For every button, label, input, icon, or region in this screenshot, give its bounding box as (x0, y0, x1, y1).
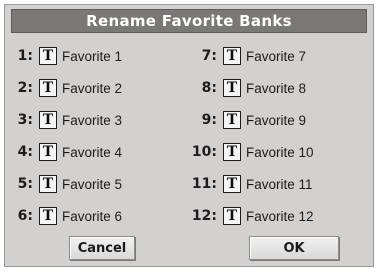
text-edit-icon[interactable]: T (39, 79, 57, 97)
bank-name: Favorite 7 (246, 48, 307, 64)
bank-number: 3: (17, 112, 33, 128)
bank-number: 9: (201, 112, 217, 128)
text-edit-icon[interactable]: T (223, 207, 241, 225)
ok-button[interactable]: OK (249, 236, 339, 260)
rename-favorite-banks-dialog: Rename Favorite Banks 1: T Favorite 1 2:… (4, 4, 374, 267)
bank-name: Favorite 6 (62, 208, 123, 224)
bank-row-8[interactable]: 8: T Favorite 8 (189, 77, 306, 99)
bank-number: 12: (191, 208, 217, 224)
bank-number: 10: (191, 144, 217, 160)
bank-row-6[interactable]: 6: T Favorite 6 (11, 205, 122, 227)
text-edit-icon[interactable]: T (223, 111, 241, 129)
text-edit-icon[interactable]: T (39, 111, 57, 129)
text-edit-icon[interactable]: T (39, 143, 57, 161)
bank-row-11[interactable]: 11: T Favorite 11 (189, 173, 313, 195)
text-edit-icon[interactable]: T (223, 47, 241, 65)
bank-row-1[interactable]: 1: T Favorite 1 (11, 45, 122, 67)
bank-name: Favorite 10 (246, 144, 314, 160)
bank-number: 2: (17, 80, 33, 96)
bank-row-10[interactable]: 10: T Favorite 10 (189, 141, 314, 163)
bank-name: Favorite 3 (62, 112, 123, 128)
bank-name: Favorite 4 (62, 144, 123, 160)
bank-row-5[interactable]: 5: T Favorite 5 (11, 173, 122, 195)
bank-number: 8: (201, 80, 217, 96)
bank-name: Favorite 12 (246, 208, 314, 224)
text-edit-icon[interactable]: T (223, 143, 241, 161)
bank-name: Favorite 8 (246, 80, 307, 96)
bank-row-2[interactable]: 2: T Favorite 2 (11, 77, 122, 99)
bank-number: 5: (17, 176, 33, 192)
bank-name: Favorite 1 (62, 48, 123, 64)
bank-number: 1: (17, 48, 33, 64)
text-edit-icon[interactable]: T (39, 207, 57, 225)
text-edit-icon[interactable]: T (223, 175, 241, 193)
dialog-title: Rename Favorite Banks (86, 12, 292, 30)
bank-name: Favorite 2 (62, 80, 123, 96)
bank-number: 11: (191, 176, 217, 192)
cancel-button[interactable]: Cancel (69, 236, 135, 260)
bank-row-4[interactable]: 4: T Favorite 4 (11, 141, 122, 163)
bank-name: Favorite 11 (246, 176, 313, 192)
text-edit-icon[interactable]: T (223, 79, 241, 97)
bank-row-7[interactable]: 7: T Favorite 7 (189, 45, 306, 67)
dialog-title-bar: Rename Favorite Banks (11, 9, 367, 33)
bank-name: Favorite 9 (246, 112, 307, 128)
bank-number: 6: (17, 208, 33, 224)
bank-row-12[interactable]: 12: T Favorite 12 (189, 205, 314, 227)
bank-row-9[interactable]: 9: T Favorite 9 (189, 109, 306, 131)
bank-name: Favorite 5 (62, 176, 123, 192)
bank-number: 4: (17, 144, 33, 160)
text-edit-icon[interactable]: T (39, 47, 57, 65)
bank-row-3[interactable]: 3: T Favorite 3 (11, 109, 122, 131)
text-edit-icon[interactable]: T (39, 175, 57, 193)
bank-number: 7: (201, 48, 217, 64)
